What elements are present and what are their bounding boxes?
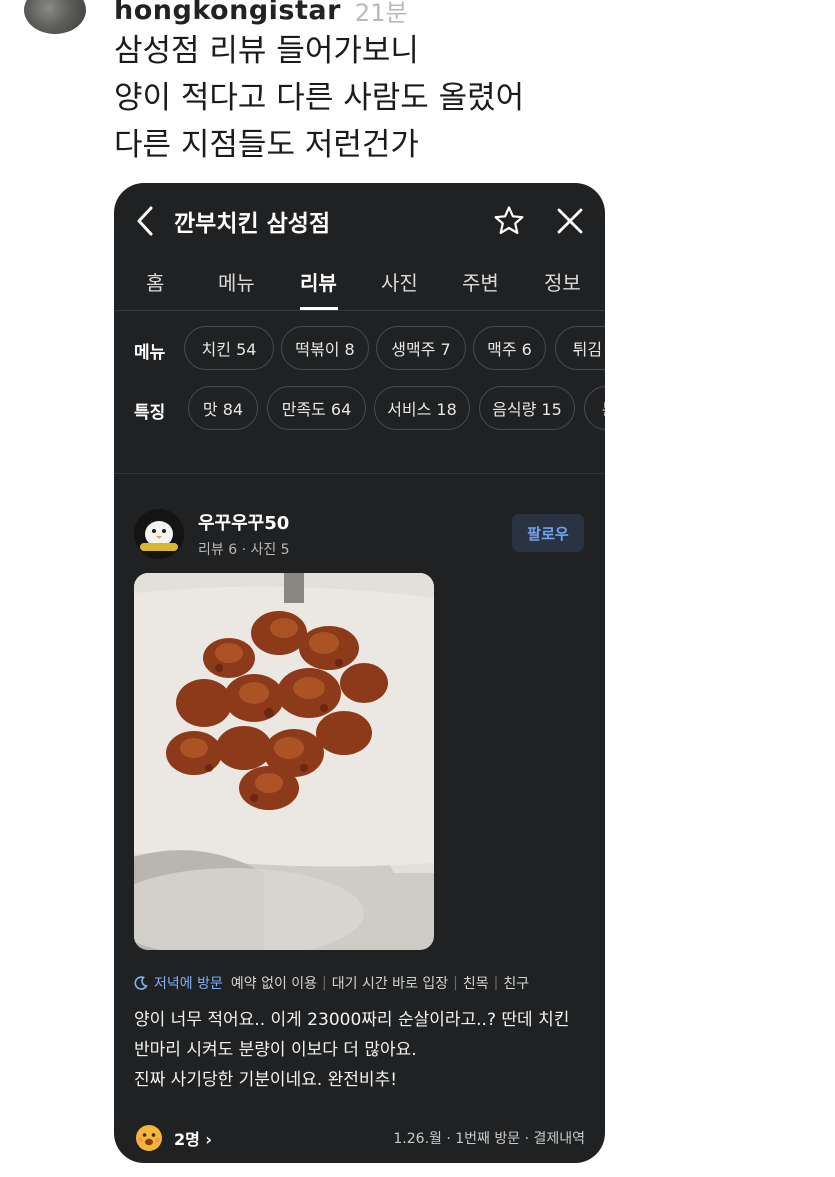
store-title: 깐부치킨 삼성점 — [174, 211, 331, 237]
author-name[interactable]: hongkongistar — [114, 0, 341, 26]
filter-chip[interactable]: 서비스 18 — [374, 386, 470, 430]
menu-row-label: 메뉴 — [134, 343, 166, 363]
reaction-button[interactable]: 2명 › — [134, 1123, 212, 1153]
filter-chip[interactable]: 만족도 64 — [267, 386, 366, 430]
visit-info: 저녁에 방문 예약 없이 이용 | 대기 시간 바로 입장 | 친목 | 친구 — [134, 973, 529, 993]
tag-separator: | — [493, 975, 499, 991]
filter-chip[interactable]: 맥주 6 — [473, 326, 546, 370]
filter-chip[interactable]: 떡볶이 8 — [281, 326, 369, 370]
emoji-face-icon — [134, 1123, 164, 1153]
post-line: 삼성점 리뷰 들어가보니 — [114, 33, 419, 69]
tab-nearby[interactable]: 주변 — [462, 267, 499, 296]
visit-tag: 친구 — [503, 976, 530, 992]
filter-chip[interactable]: 치킨 54 — [184, 326, 274, 370]
tab-info[interactable]: 정보 — [544, 267, 581, 296]
filter-chip[interactable]: 생맥주 7 — [376, 326, 466, 370]
filter-chip[interactable]: 맛 84 — [188, 386, 258, 430]
active-tab-indicator — [300, 307, 338, 310]
reviewer-name[interactable]: 우꾸우꾸50 — [198, 509, 289, 535]
feature-row-label: 특징 — [134, 403, 166, 423]
app-topbar: 깐부치킨 삼성점 — [114, 183, 605, 259]
star-outline-icon[interactable] — [492, 204, 526, 238]
review-photo[interactable] — [134, 573, 434, 950]
menu-filter-row: 메뉴 치킨 54 떡볶이 8 생맥주 7 맥주 6 튀김 6 — [114, 326, 605, 372]
post-line: 다른 지점들도 저런건가 — [114, 127, 419, 163]
moon-icon — [134, 976, 148, 990]
reaction-count: 2명 › — [174, 1130, 213, 1149]
post-time: 21분 — [354, 0, 408, 27]
tab-menu[interactable]: 메뉴 — [218, 267, 255, 296]
tab-bar: 홈 메뉴 리뷰 사진 주변 정보 — [114, 265, 605, 311]
close-icon[interactable] — [554, 205, 586, 237]
review-line: 진짜 사기당한 기분이네요. 완전비추! — [134, 1070, 398, 1090]
filter-chip[interactable]: 음식량 15 — [479, 386, 575, 430]
reviewer-avatar[interactable] — [134, 509, 184, 559]
section-divider — [114, 473, 605, 474]
tag-separator: | — [322, 975, 327, 991]
feature-filter-row: 특징 맛 84 만족도 64 서비스 18 음식량 15 분위기 — [114, 386, 605, 432]
visit-tag: 친목 — [462, 976, 489, 992]
filter-chip[interactable]: 분위기 — [584, 386, 605, 430]
author-avatar[interactable] — [24, 0, 86, 34]
tab-home[interactable]: 홈 — [146, 267, 164, 296]
visit-tag: 예약 없이 이용 — [230, 976, 318, 992]
follow-button[interactable]: 팔로우 — [512, 514, 584, 552]
tag-separator: | — [453, 975, 458, 991]
visit-tag: 대기 시간 바로 입장 — [331, 976, 449, 992]
tab-photos[interactable]: 사진 — [381, 267, 418, 296]
post-text: 삼성점 리뷰 들어가보니 양이 적다고 다른 사람도 올렸어 다른 지점들도 저… — [114, 28, 524, 169]
review-line: 반마리 시켜도 분량이 이보다 더 많아요. — [134, 1040, 417, 1060]
review-body: 양이 너무 적어요.. 이게 23000짜리 순살이라고..? 딴데 치킨 반마… — [134, 1005, 569, 1095]
tab-reviews[interactable]: 리뷰 — [300, 267, 337, 296]
visit-time: 저녁에 방문 — [154, 976, 223, 992]
visit-meta: 1.26.월 · 1번째 방문 · 결제내역 — [393, 1131, 585, 1147]
back-chevron-icon[interactable] — [132, 205, 160, 237]
filter-chip[interactable]: 튀김 6 — [555, 326, 605, 370]
app-screenshot: 깐부치킨 삼성점 홈 메뉴 리뷰 사진 주변 정보 메뉴 치킨 54 떡볶이 8… — [114, 183, 605, 1163]
post-line: 양이 적다고 다른 사람도 올렸어 — [114, 80, 525, 116]
review-line: 양이 너무 적어요.. 이게 23000짜리 순살이라고..? 딴데 치킨 — [134, 1010, 570, 1030]
reviewer-stats: 리뷰 6 · 사진 5 — [198, 542, 290, 558]
